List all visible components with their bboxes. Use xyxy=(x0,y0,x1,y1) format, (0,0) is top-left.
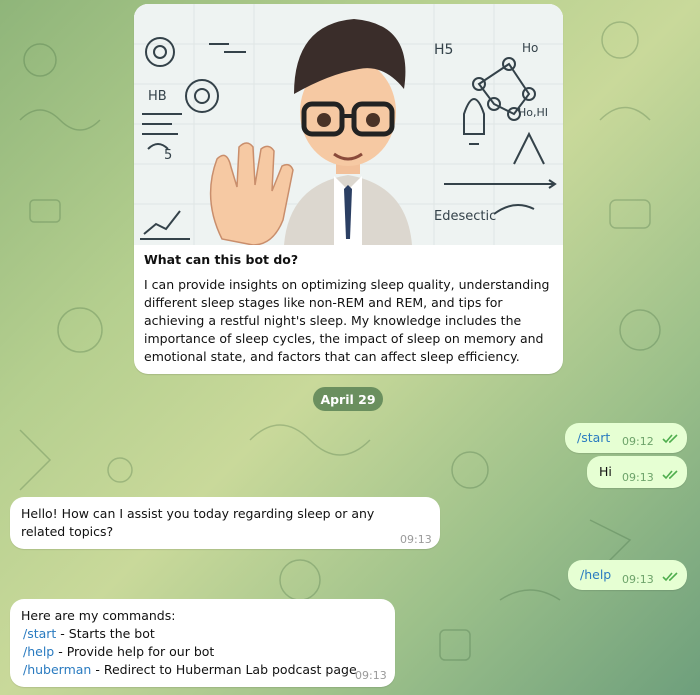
message-time: 09:13 xyxy=(400,533,432,546)
command-description: - Starts the bot xyxy=(56,626,155,641)
image-label: HB xyxy=(148,89,167,104)
image-label: Edesectic xyxy=(434,209,496,224)
date-separator: April 29 xyxy=(313,387,383,411)
image-label: Ho,HI xyxy=(518,106,548,119)
command-link[interactable]: /help xyxy=(580,566,611,584)
command-row: /help - Provide help for our bot xyxy=(23,643,214,661)
message-bubble-incoming[interactable]: Hello! How can I assist you today regard… xyxy=(10,497,440,549)
intro-title: What can this bot do? xyxy=(144,252,299,267)
double-check-icon xyxy=(662,572,678,582)
message-text: Hello! How can I assist you today regard… xyxy=(21,506,375,539)
command-description: - Provide help for our bot xyxy=(54,644,215,659)
message-bubble-outgoing[interactable]: /help 09:13 xyxy=(568,560,687,590)
command-description: - Redirect to Huberman Lab podcast page xyxy=(91,662,357,677)
command-link[interactable]: /help xyxy=(23,644,54,659)
message-time: 09:13 xyxy=(622,573,654,586)
intro-description: I can provide insights on optimizing sle… xyxy=(144,277,550,364)
message-bubble-outgoing[interactable]: Hi 09:13 xyxy=(587,456,687,488)
bot-avatar-illustration: HB 5 H5 Ho Ho,HI Edesectic xyxy=(134,4,563,245)
image-label: 5 xyxy=(164,148,172,163)
command-link[interactable]: /start xyxy=(23,626,56,641)
image-label: H5 xyxy=(434,42,453,58)
commands-header: Here are my commands: xyxy=(21,608,176,623)
command-row: /huberman - Redirect to Huberman Lab pod… xyxy=(23,661,357,679)
message-time: 09:13 xyxy=(355,669,387,682)
message-time: 09:13 xyxy=(622,471,654,484)
double-check-icon xyxy=(662,434,678,444)
bot-intro-card: HB 5 H5 Ho Ho,HI Edesectic What can this xyxy=(134,4,563,374)
command-link[interactable]: /start xyxy=(577,429,610,447)
message-bubble-outgoing[interactable]: /start 09:12 xyxy=(565,423,687,453)
message-text: Hi xyxy=(599,464,612,479)
double-check-icon xyxy=(662,470,678,480)
message-time: 09:12 xyxy=(622,435,654,448)
message-bubble-incoming[interactable]: Here are my commands: /start - Starts th… xyxy=(10,599,395,687)
command-row: /start - Starts the bot xyxy=(23,625,155,643)
command-link[interactable]: /huberman xyxy=(23,662,91,677)
image-label: Ho xyxy=(522,41,538,55)
